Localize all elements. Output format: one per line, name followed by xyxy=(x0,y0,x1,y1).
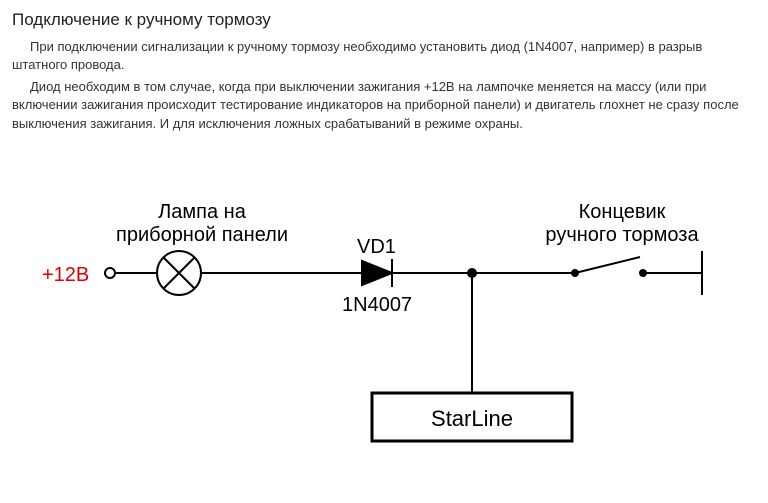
diode-part-label: 1N4007 xyxy=(342,291,412,319)
wiring-diagram: +12В Лампа на приборной панели VD1 1N400… xyxy=(12,173,756,473)
intro-paragraph-1: При подключении сигнализации к ручному т… xyxy=(12,38,756,74)
diode-ref-label: VD1 xyxy=(357,233,396,261)
switch-label-line1: Концевик xyxy=(579,201,666,223)
starline-box-label: StarLine xyxy=(372,404,572,435)
voltage-label: +12В xyxy=(42,261,89,289)
lamp-label-line1: Лампа на xyxy=(158,201,246,223)
intro-paragraph-2: Диод необходим в том случае, когда при в… xyxy=(12,78,756,133)
switch-label: Концевик ручного тормоза xyxy=(512,201,732,247)
lamp-label: Лампа на приборной панели xyxy=(102,201,302,247)
page-title: Подключение к ручному тормозу xyxy=(12,8,756,32)
switch-label-line2: ручного тормоза xyxy=(545,224,698,246)
lamp-label-line2: приборной панели xyxy=(116,224,288,246)
